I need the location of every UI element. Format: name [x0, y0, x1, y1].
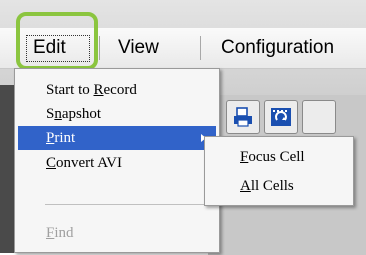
refresh-film-icon	[271, 108, 291, 126]
menu-item-print[interactable]: Print	[18, 126, 216, 150]
menu-item-convert-avi[interactable]: Convert AVI	[18, 151, 216, 175]
menu-separator	[99, 36, 100, 60]
menu-view[interactable]: View	[118, 28, 159, 68]
submenu-item-focus-cell[interactable]: Focus Cell	[208, 145, 350, 169]
left-panel-strip	[0, 85, 14, 253]
print-icon	[234, 107, 252, 127]
menu-separator	[200, 36, 201, 60]
menu-item-start-to-record[interactable]: Start to Record	[18, 78, 216, 102]
menu-item-snapshot[interactable]: Snapshot	[18, 102, 216, 126]
toolbar-print-button[interactable]	[226, 100, 260, 134]
menu-configuration[interactable]: Configuration	[221, 28, 334, 68]
menu-separator	[45, 204, 215, 205]
edit-highlight-ring	[16, 12, 98, 70]
menu-item-find: Find	[46, 225, 74, 241]
toolbar-refresh-button[interactable]	[264, 100, 298, 134]
toolbar-button[interactable]	[302, 100, 336, 134]
print-submenu: Focus Cell All Cells	[204, 136, 354, 206]
edit-dropdown-menu: Start to Record Snapshot Print Convert A…	[14, 68, 220, 253]
submenu-item-all-cells[interactable]: All Cells	[208, 174, 350, 198]
